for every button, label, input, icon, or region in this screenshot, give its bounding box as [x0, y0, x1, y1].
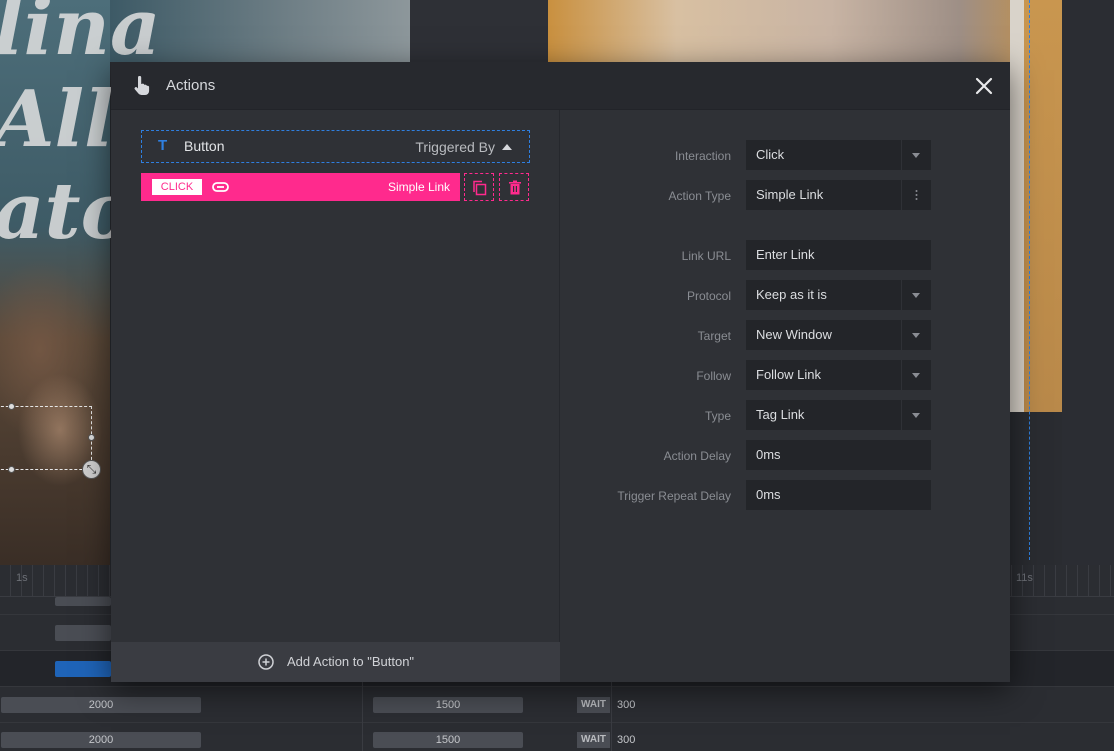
timeline-duration-bar[interactable]: 1500 [373, 697, 523, 713]
trigger-element-name: Button [184, 138, 225, 154]
selection-handle[interactable] [8, 403, 15, 410]
timeline-bar-selected[interactable] [55, 661, 111, 677]
selection-box[interactable] [0, 406, 92, 470]
actions-modal: Actions T Button Triggered By CLICK Simp… [111, 62, 1010, 682]
action-type-label: Simple Link [387, 180, 450, 194]
action-settings-pane: Interaction Click Action Type Simple Lin… [561, 110, 1010, 682]
duplicate-icon [473, 180, 487, 196]
timeline-bar[interactable] [55, 625, 111, 641]
ruler-label: 11s [1016, 572, 1033, 584]
delete-action-button[interactable] [499, 173, 529, 201]
canvas-dark-edge [1062, 0, 1114, 565]
plus-circle-icon [258, 654, 274, 670]
wait-tag: WAIT [577, 732, 610, 748]
canvas-gap [410, 0, 548, 62]
dropdown-toggle[interactable] [901, 320, 931, 350]
selection-handle[interactable] [88, 434, 95, 441]
action-type-select[interactable]: Simple Link [746, 180, 931, 210]
protocol-select[interactable]: Keep as it is [746, 280, 931, 310]
trigger-repeat-delay-input[interactable]: 0ms [746, 480, 931, 510]
chevron-down-icon [912, 153, 920, 158]
duplicate-action-button[interactable] [464, 173, 494, 201]
protocol-value: Keep as it is [756, 287, 827, 302]
event-tag: CLICK [152, 179, 202, 195]
chevron-down-icon [912, 293, 920, 298]
interaction-select[interactable]: Click [746, 140, 931, 170]
target-select[interactable]: New Window [746, 320, 931, 350]
text-t-icon: T [158, 137, 168, 154]
action-item[interactable]: CLICK Simple Link [141, 173, 460, 201]
dropdown-toggle[interactable] [901, 360, 931, 390]
dropdown-toggle[interactable] [901, 140, 931, 170]
hand-pointer-icon [134, 76, 150, 95]
timeline-duration-bar[interactable]: 2000 [1, 697, 201, 713]
wait-value: 300 [617, 734, 636, 746]
canvas-background-image [0, 0, 110, 565]
action-type-menu-button[interactable] [901, 180, 931, 210]
timeline-bar[interactable] [55, 597, 111, 606]
link-url-label: Link URL [681, 249, 731, 263]
action-delay-input[interactable]: 0ms [746, 440, 931, 470]
dropdown-toggle[interactable] [901, 280, 931, 310]
link-url-input[interactable]: Enter Link [746, 240, 931, 270]
ruler-label: 1s [16, 572, 28, 584]
wait-tag: WAIT [577, 697, 610, 713]
type-label: Type [704, 409, 731, 423]
action-type-value: Simple Link [756, 187, 824, 202]
chevron-down-icon [912, 413, 920, 418]
selection-handle[interactable] [8, 466, 15, 473]
actions-list-pane: T Button Triggered By CLICK Simple Link [111, 110, 560, 682]
dropdown-toggle[interactable] [901, 400, 931, 430]
triggered-by-toggle[interactable]: Triggered By [415, 139, 495, 155]
caret-up-icon[interactable] [502, 144, 512, 150]
interaction-label: Interaction [674, 149, 731, 163]
trigger-repeat-delay-label: Trigger Repeat Delay [617, 489, 731, 503]
guide-line [1029, 0, 1030, 560]
add-action-button[interactable]: Add Action to "Button" [111, 642, 560, 682]
timeline-duration-bar[interactable]: 2000 [1, 732, 201, 748]
resize-handle-icon[interactable]: ⤡ [82, 460, 101, 479]
canvas-background-image-top [110, 0, 410, 62]
modal-header: Actions [111, 62, 1010, 110]
type-value: Tag Link [756, 407, 805, 422]
modal-title: Actions [166, 77, 216, 94]
link-url-value: Enter Link [756, 247, 815, 262]
timeline-row[interactable]: 2000 1500 WAIT 300 [0, 687, 1114, 723]
action-delay-label: Action Delay [663, 449, 731, 463]
follow-label: Follow [696, 369, 731, 383]
wait-value: 300 [617, 699, 636, 711]
canvas-frame-inner [1010, 0, 1024, 412]
protocol-label: Protocol [686, 289, 731, 303]
target-value: New Window [756, 327, 832, 342]
trigger-header[interactable]: T Button Triggered By [141, 130, 530, 163]
canvas-photo-right [548, 0, 1062, 62]
follow-value: Follow Link [756, 367, 822, 382]
more-vertical-icon [915, 190, 918, 200]
target-label: Target [697, 329, 731, 343]
timeline-row[interactable]: 2000 1500 WAIT 300 [0, 723, 1114, 751]
interaction-value: Click [756, 147, 785, 162]
action-type-label: Action Type [668, 189, 731, 203]
add-action-label: Add Action to "Button" [287, 654, 415, 669]
follow-select[interactable]: Follow Link [746, 360, 931, 390]
chevron-down-icon [912, 373, 920, 378]
close-icon[interactable] [972, 74, 996, 98]
trigger-repeat-delay-value: 0ms [756, 487, 781, 502]
editor-stage: lina All ator ⤡ 1s 11s 2000 1500 WAIT 30… [0, 0, 1114, 751]
action-delay-value: 0ms [756, 447, 781, 462]
chevron-down-icon [912, 333, 920, 338]
timeline-duration-bar[interactable]: 1500 [373, 732, 523, 748]
link-icon [212, 182, 229, 192]
trash-icon [509, 180, 521, 195]
type-select[interactable]: Tag Link [746, 400, 931, 430]
